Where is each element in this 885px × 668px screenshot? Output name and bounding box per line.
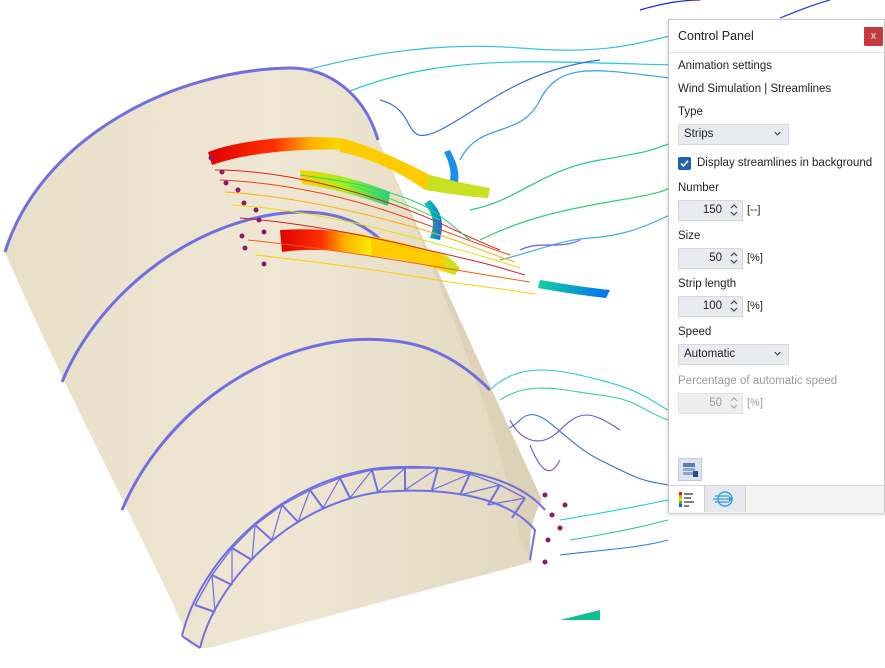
type-dropdown[interactable]: Strips xyxy=(678,124,789,145)
checkmark-icon xyxy=(678,157,691,170)
spin-arrows-icon[interactable] xyxy=(729,250,739,266)
close-icon: x xyxy=(870,30,877,42)
size-spinbox[interactable]: 50 xyxy=(678,248,743,269)
strip-length-value: 100 xyxy=(702,300,722,312)
speed-value: Automatic xyxy=(684,348,736,360)
speed-label: Speed xyxy=(678,326,712,338)
size-value: 50 xyxy=(709,252,722,264)
results-table-icon xyxy=(683,463,698,477)
size-unit: [%] xyxy=(747,252,763,264)
spin-arrows-icon[interactable] xyxy=(729,202,739,218)
tab-color-scale[interactable] xyxy=(669,486,705,512)
panel-subtitle: Wind Simulation | Streamlines xyxy=(678,83,832,95)
number-value: 150 xyxy=(702,204,722,216)
strip-length-label: Strip length xyxy=(678,278,737,290)
size-label: Size xyxy=(678,230,701,242)
spin-arrows-icon xyxy=(730,397,738,409)
section-title: Animation settings xyxy=(678,60,772,72)
type-value: Strips xyxy=(684,128,714,140)
strip-length-unit: [%] xyxy=(747,300,763,312)
number-label: Number xyxy=(678,182,719,194)
percentage-spinbox: 50 xyxy=(678,393,743,414)
display-streamlines-label: Display streamlines in background xyxy=(697,157,873,169)
number-unit: [--] xyxy=(747,204,761,216)
chevron-down-icon xyxy=(774,351,781,356)
spin-arrows-icon[interactable] xyxy=(729,298,739,314)
percentage-unit: [%] xyxy=(747,397,763,409)
type-label: Type xyxy=(678,106,703,118)
wind-animation-icon xyxy=(713,491,733,507)
results-table-button[interactable] xyxy=(678,458,702,481)
panel-title: Control Panel xyxy=(678,29,754,43)
percentage-value: 50 xyxy=(709,397,722,409)
tab-wind-animation[interactable] xyxy=(705,486,746,512)
strip-length-spinbox[interactable]: 100 xyxy=(678,296,743,317)
number-spinbox[interactable]: 150 xyxy=(678,200,743,221)
chevron-down-icon xyxy=(774,131,781,136)
speed-dropdown[interactable]: Automatic xyxy=(678,344,789,365)
percentage-label: Percentage of automatic speed xyxy=(678,375,838,387)
panel-title-bar[interactable]: Control Panel x xyxy=(669,20,884,53)
panel-tab-bar xyxy=(669,485,884,513)
control-panel: Control Panel x Animation settings Wind … xyxy=(668,19,885,513)
color-scale-icon xyxy=(679,492,694,507)
close-button[interactable]: x xyxy=(864,27,883,46)
